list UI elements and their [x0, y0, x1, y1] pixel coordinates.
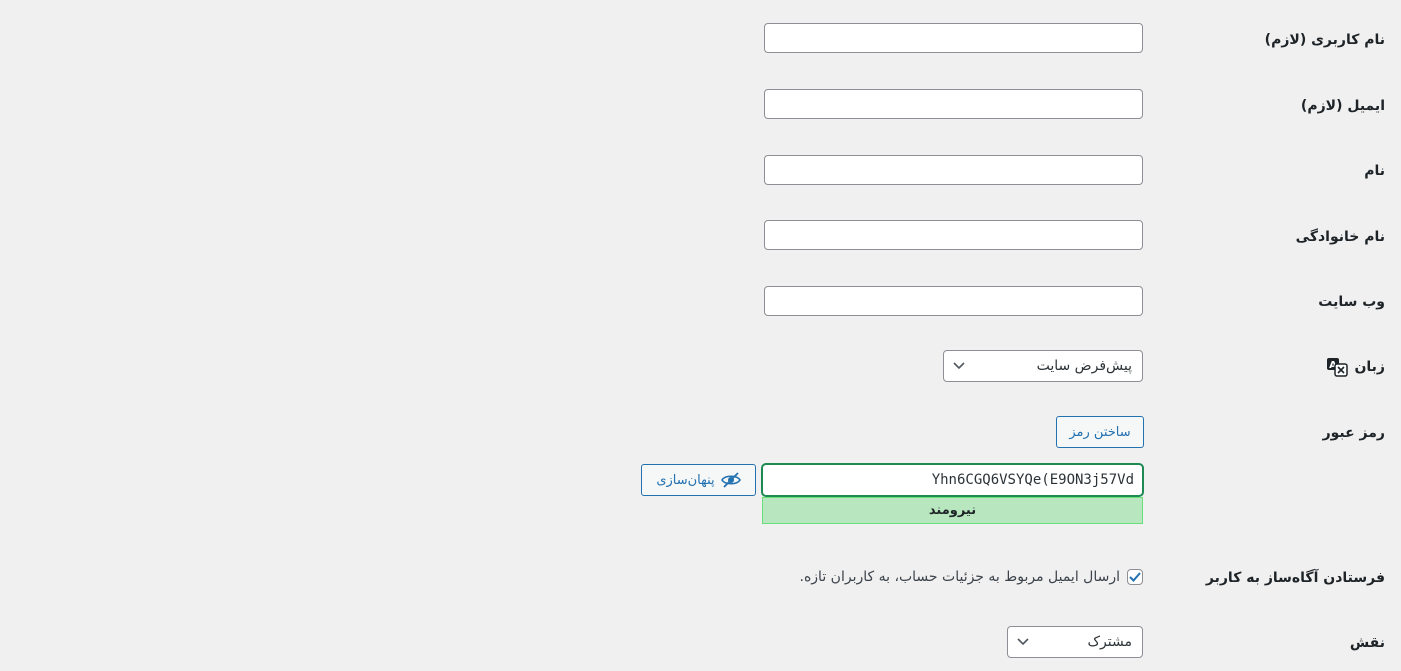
first-name-label: نام — [1364, 163, 1385, 179]
chevron-down-icon — [1016, 635, 1030, 649]
language-label: زبان — [1354, 359, 1385, 375]
language-select-value: پیش‌فرض سایت — [1036, 358, 1132, 374]
role-label: نقش — [1349, 635, 1385, 651]
password-strength-meter: نیرومند — [762, 497, 1143, 524]
language-row-label: زبان A — [1185, 357, 1385, 377]
website-input[interactable] — [764, 286, 1143, 316]
generate-password-label: ساختن رمز — [1069, 424, 1131, 440]
notification-checkbox-text: ارسال ایمیل مربوط به جزئیات حساب، به کار… — [799, 569, 1120, 585]
translate-icon: A — [1326, 357, 1349, 377]
notification-checkbox-row: ارسال ایمیل مربوط به جزئیات حساب، به کار… — [800, 569, 1143, 585]
hide-password-button[interactable]: پنهان‌سازی — [641, 464, 756, 496]
notification-checkbox[interactable] — [1127, 569, 1143, 585]
email-label: ایمیل (لازم) — [1300, 98, 1385, 114]
eye-slash-icon — [720, 472, 741, 488]
website-label: وب سایت — [1318, 294, 1385, 310]
username-input[interactable] — [764, 23, 1143, 53]
email-input[interactable] — [764, 89, 1143, 119]
last-name-input[interactable] — [764, 220, 1143, 250]
password-label: رمز عبور — [1322, 425, 1385, 441]
username-label: نام کاربری (لازم) — [1264, 32, 1385, 48]
language-select[interactable]: پیش‌فرض سایت — [943, 350, 1143, 382]
notification-label: فرستادن آگاه‌ساز به کاربر — [1205, 570, 1385, 586]
first-name-input[interactable] — [764, 155, 1143, 185]
hide-password-label: پنهان‌سازی — [656, 472, 715, 488]
chevron-down-icon — [952, 359, 966, 373]
last-name-label: نام خانوادگی — [1295, 229, 1385, 245]
role-select-value: مشترک — [1087, 634, 1132, 650]
password-input[interactable] — [762, 464, 1143, 496]
language-label-wrap: زبان A — [1326, 357, 1385, 377]
role-select[interactable]: مشترک — [1007, 626, 1143, 658]
generate-password-button[interactable]: ساختن رمز — [1056, 416, 1144, 448]
